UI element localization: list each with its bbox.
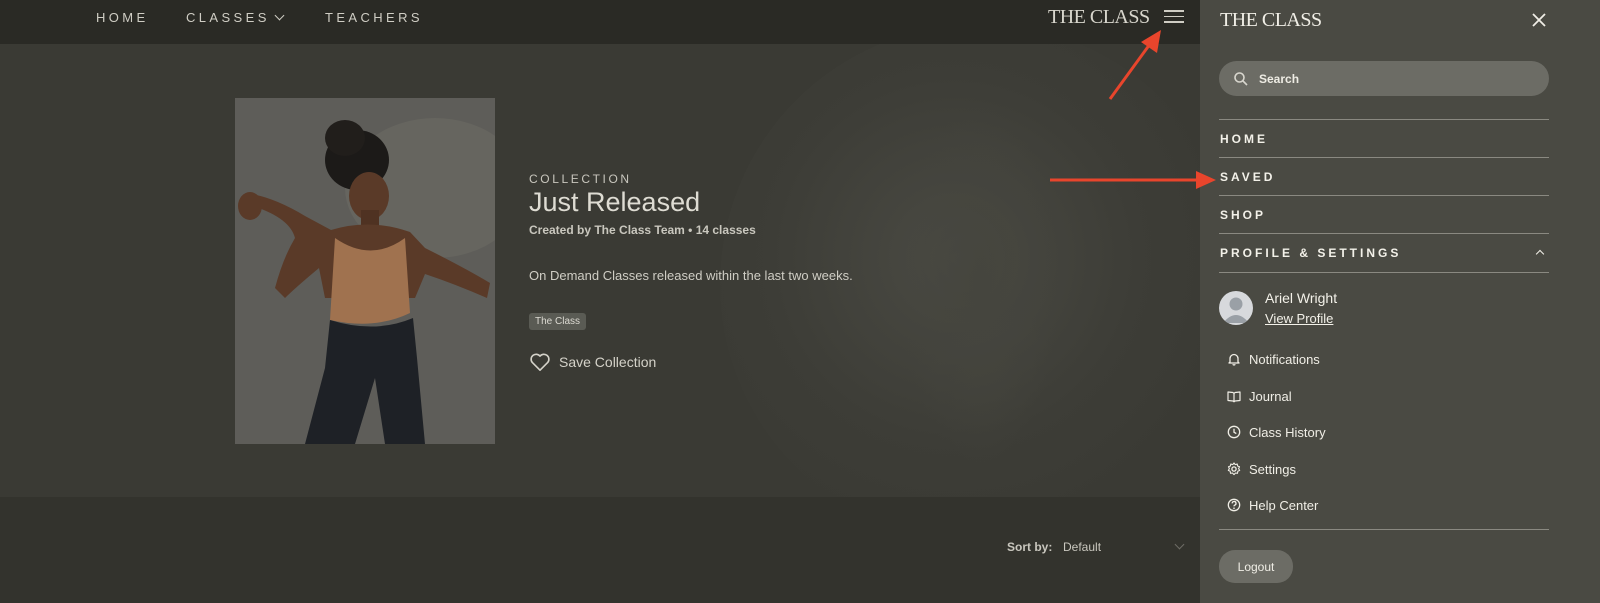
hamburger-menu-icon[interactable] (1164, 10, 1184, 26)
nav-classes-link[interactable]: CLASSES (186, 10, 285, 25)
menu-item-notifications[interactable]: Notifications (1227, 349, 1320, 369)
view-profile-link[interactable]: View Profile (1265, 311, 1333, 326)
drawer-item-label: HOME (1220, 132, 1268, 146)
menu-item-label: Class History (1249, 424, 1326, 440)
drawer-brand-logo[interactable]: THE CLASS (1220, 9, 1322, 32)
nav-teachers-link[interactable]: TEACHERS (325, 10, 423, 25)
avatar[interactable] (1219, 291, 1253, 325)
collection-image (235, 98, 495, 444)
collection-meta: Created by The Class Team • 14 classes (529, 223, 756, 237)
menu-item-settings[interactable]: Settings (1227, 459, 1296, 479)
heart-icon (530, 353, 550, 371)
search-input[interactable]: Search (1219, 61, 1549, 96)
drawer-item-label: PROFILE & SETTINGS (1220, 246, 1402, 260)
logout-button[interactable]: Logout (1219, 550, 1293, 583)
collection-kicker: COLLECTION (529, 172, 632, 186)
search-icon (1234, 71, 1248, 86)
menu-item-label: Notifications (1249, 351, 1320, 367)
drawer-item-saved[interactable]: SAVED (1219, 157, 1549, 195)
menu-item-class-history[interactable]: Class History (1227, 422, 1326, 442)
brand-logo[interactable]: THE CLASS (1048, 6, 1150, 29)
gear-icon (1227, 462, 1241, 476)
user-name: Ariel Wright (1265, 290, 1338, 306)
bell-icon (1228, 353, 1240, 366)
save-collection-button[interactable]: Save Collection (529, 351, 656, 373)
top-navigation: HOME CLASSES TEACHERS THE CLASS (0, 0, 1200, 44)
save-collection-label: Save Collection (559, 354, 657, 370)
collection-description: On Demand Classes released within the la… (529, 268, 853, 283)
collection-tag[interactable]: The Class (529, 313, 587, 330)
sort-select[interactable]: Default (1063, 540, 1187, 554)
chevron-up-icon (1535, 249, 1545, 259)
close-icon[interactable] (1530, 11, 1548, 29)
menu-item-help-center[interactable]: Help Center (1227, 495, 1318, 515)
chevron-down-icon (274, 10, 285, 21)
nav-home-link[interactable]: HOME (96, 10, 149, 25)
user-profile: Ariel Wright View Profile (1219, 272, 1549, 330)
dancer-illustration (235, 98, 495, 444)
background-blur (900, 104, 1060, 464)
side-drawer: THE CLASS Search HOME SAVED SHOP PROFILE… (1200, 0, 1600, 603)
drawer-item-home[interactable]: HOME (1219, 119, 1549, 157)
search-placeholder: Search (1259, 71, 1300, 86)
sort-label: Sort by: (1007, 540, 1053, 554)
clock-icon (1227, 425, 1241, 439)
user-silhouette-icon (1223, 297, 1249, 323)
divider (1219, 529, 1549, 530)
drawer-item-label: SAVED (1220, 170, 1276, 184)
drawer-item-label: SHOP (1220, 208, 1267, 222)
drawer-item-shop[interactable]: SHOP (1219, 195, 1549, 233)
menu-item-label: Help Center (1249, 497, 1319, 513)
drawer-item-profile-settings[interactable]: PROFILE & SETTINGS (1219, 233, 1549, 271)
main-page: HOME CLASSES TEACHERS THE CLASS COLLECTI… (0, 0, 1200, 603)
menu-item-label: Journal (1249, 388, 1292, 404)
collection-title: Just Released (529, 187, 701, 217)
help-icon (1227, 498, 1241, 512)
menu-item-journal[interactable]: Journal (1227, 386, 1292, 406)
book-icon (1227, 391, 1241, 403)
menu-item-label: Settings (1249, 461, 1296, 477)
nav-classes-label: CLASSES (186, 10, 270, 25)
